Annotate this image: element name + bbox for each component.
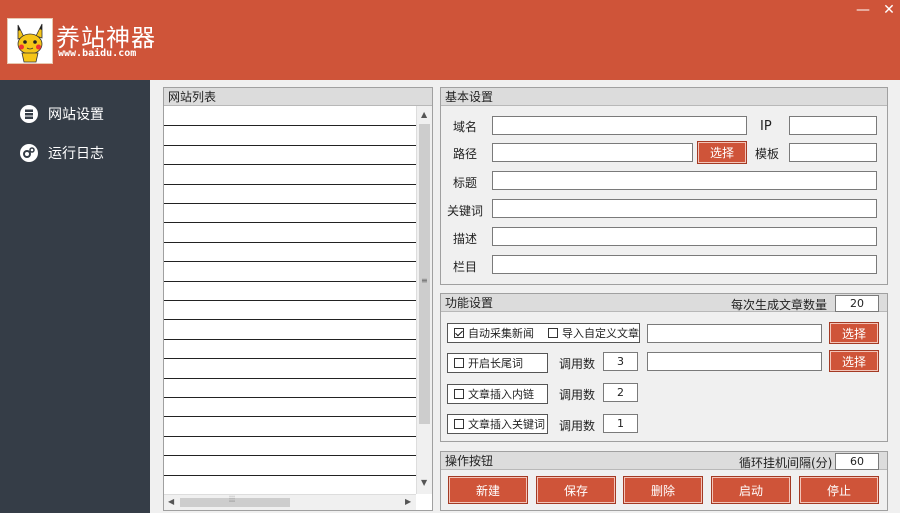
title-bar: 养站神器 www.baidu.com — ✕	[0, 0, 900, 80]
path-label: 路径	[453, 147, 478, 161]
list-row-divider	[164, 164, 416, 166]
inner-link-checkbox[interactable]	[454, 389, 464, 399]
list-row-divider	[164, 144, 416, 146]
list-row-divider	[164, 125, 416, 127]
list-row-divider	[164, 203, 416, 204]
insert-keyword-option[interactable]: 文章插入关键词	[447, 414, 548, 434]
description-input[interactable]	[492, 227, 877, 246]
auto-collect-label: 自动采集新闻	[468, 327, 534, 340]
list-row-divider	[164, 261, 416, 263]
list-row-divider	[164, 319, 416, 321]
description-label: 描述	[453, 232, 478, 246]
list-row-divider	[164, 280, 416, 282]
list-row-divider	[164, 338, 416, 340]
keywords-label: 关键词	[447, 204, 484, 218]
insert-keyword-label: 文章插入关键词	[468, 418, 545, 431]
gears-icon	[20, 144, 38, 162]
ip-input[interactable]	[789, 116, 877, 135]
server-icon	[20, 105, 38, 123]
list-row-divider	[164, 241, 416, 243]
site-list-panel: 网站列表 ▲ ≡ ▼ ◀ ⦙⦙⦙ ▶	[163, 87, 433, 511]
auto-collect-checkbox[interactable]	[454, 328, 464, 338]
basic-settings-panel: 基本设置 域名 IP 路径 选择 模板 标题 关键词 描述 栏目	[440, 87, 888, 285]
sidebar-item-run-log[interactable]: 运行日志	[20, 142, 104, 164]
ip-label: IP	[760, 119, 772, 134]
sidebar-item-site-settings[interactable]: 网站设置	[20, 103, 104, 125]
longtail-option[interactable]: 开启长尾词	[447, 353, 548, 373]
function-settings-panel: 功能设置 每次生成文章数量 20 自动采集新闻 导入自定义文章 选择 开启长尾词…	[440, 293, 888, 442]
new-button[interactable]: 新建	[448, 476, 528, 504]
list-row-divider	[164, 183, 416, 185]
calls-input-3[interactable]: 1	[603, 414, 638, 433]
start-button[interactable]: 启动	[711, 476, 791, 504]
path-input[interactable]	[492, 143, 693, 162]
calls-label-1: 调用数	[559, 357, 596, 371]
scroll-up-icon[interactable]: ▲	[421, 110, 427, 119]
longtail-checkbox[interactable]	[454, 358, 464, 368]
domain-input[interactable]	[492, 116, 747, 135]
list-row-divider	[164, 222, 416, 224]
app-url: www.baidu.com	[58, 48, 137, 59]
title-input[interactable]	[492, 171, 877, 190]
inner-link-label: 文章插入内链	[468, 388, 534, 401]
list-row-divider	[164, 416, 416, 418]
stop-button[interactable]: 停止	[799, 476, 879, 504]
list-row-divider	[164, 455, 416, 457]
site-list[interactable]	[164, 106, 416, 495]
list-row-divider	[164, 358, 416, 360]
list-row-divider	[164, 377, 416, 379]
basic-settings-title: 基本设置	[441, 88, 887, 106]
insert-keyword-checkbox[interactable]	[454, 419, 464, 429]
per-generation-label: 每次生成文章数量	[731, 298, 828, 312]
calls-label-2: 调用数	[559, 388, 596, 402]
template-label: 模板	[755, 147, 780, 161]
pikachu-logo-icon	[7, 18, 53, 64]
operation-buttons-panel: 操作按钮 循环挂机间隔(分) 60 新建 保存 删除 启动 停止	[440, 451, 888, 511]
calls-label-3: 调用数	[559, 419, 596, 433]
collect-options-group: 自动采集新闻 导入自定义文章	[447, 323, 640, 343]
inner-link-option[interactable]: 文章插入内链	[447, 384, 548, 404]
minimize-button[interactable]: —	[856, 2, 870, 18]
list-row-divider	[164, 300, 416, 301]
list-row-divider	[164, 474, 416, 476]
scroll-grip-h-icon: ⦙⦙⦙	[229, 495, 236, 505]
column-input[interactable]	[492, 255, 877, 274]
domain-label: 域名	[453, 120, 478, 134]
scroll-left-icon[interactable]: ◀	[168, 497, 174, 506]
save-button[interactable]: 保存	[536, 476, 616, 504]
collect-path-input[interactable]	[647, 324, 822, 343]
scroll-down-icon[interactable]: ▼	[421, 478, 427, 487]
scroll-thumb[interactable]	[419, 124, 430, 424]
loop-interval-input[interactable]: 60	[835, 453, 879, 470]
sidebar-item-label: 运行日志	[48, 146, 104, 162]
vertical-scrollbar[interactable]: ▲ ≡ ▼	[416, 106, 432, 494]
sidebar-item-label: 网站设置	[48, 107, 104, 123]
keywords-input[interactable]	[492, 199, 877, 218]
list-row-divider	[164, 397, 416, 398]
sidebar: 网站设置 运行日志	[0, 80, 150, 513]
per-generation-input[interactable]: 20	[835, 295, 879, 312]
path-select-button[interactable]: 选择	[697, 141, 747, 164]
import-custom-label: 导入自定义文章	[562, 327, 639, 340]
longtail-label: 开启长尾词	[468, 357, 523, 370]
site-list-title: 网站列表	[164, 88, 432, 106]
calls-input-1[interactable]: 3	[603, 352, 638, 371]
template-input[interactable]	[789, 143, 877, 162]
horizontal-scrollbar[interactable]: ◀ ⦙⦙⦙ ▶	[164, 494, 416, 510]
import-custom-checkbox[interactable]	[548, 328, 558, 338]
longtail-path-input[interactable]	[647, 352, 822, 371]
scroll-right-icon[interactable]: ▶	[405, 497, 411, 506]
scroll-grip-icon: ≡	[421, 276, 428, 285]
calls-input-2[interactable]: 2	[603, 383, 638, 402]
loop-interval-label: 循环挂机间隔(分)	[739, 456, 833, 470]
collect-select-button[interactable]: 选择	[829, 322, 879, 344]
column-label: 栏目	[453, 260, 478, 274]
title-label: 标题	[453, 176, 478, 190]
close-button[interactable]: ✕	[882, 2, 896, 18]
list-row-divider	[164, 435, 416, 437]
longtail-select-button[interactable]: 选择	[829, 350, 879, 372]
delete-button[interactable]: 删除	[623, 476, 703, 504]
